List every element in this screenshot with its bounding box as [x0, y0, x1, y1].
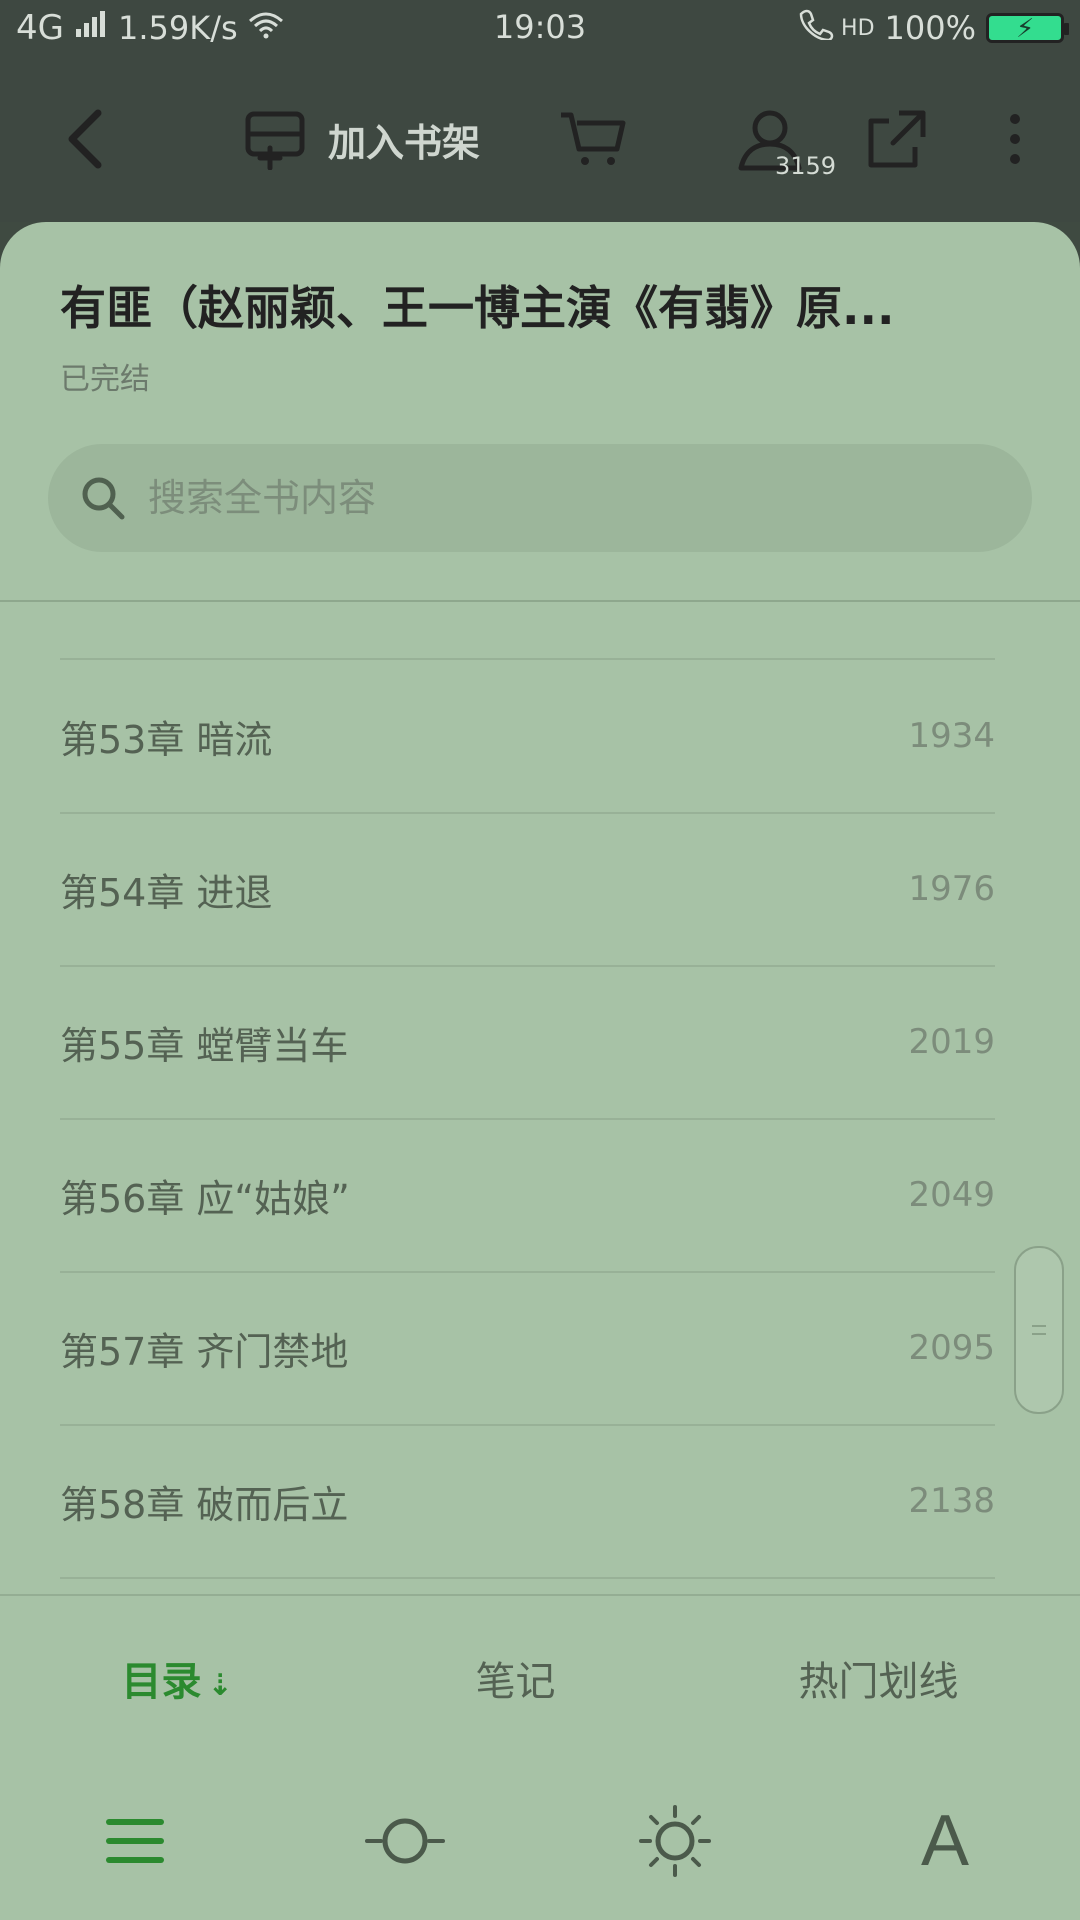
tab-hot-lines-label: 热门划线 — [798, 1659, 959, 1705]
tab-catalog[interactable]: 目录 ⇣ — [121, 1649, 232, 1707]
charging-icon: ⚡ — [1016, 14, 1035, 44]
sheet-header: 有匪（赵丽颖、王一博主演《有翡》原... 已完结 — [0, 222, 1080, 600]
status-bar: 4G 1.59K/s 19:03 HD 100% ⚡ — [0, 0, 1080, 56]
chapter-count: 2019 — [908, 1022, 995, 1062]
battery-icon: ⚡ — [986, 13, 1069, 44]
chapter-row[interactable]: 第53章 暗流 1934 — [60, 660, 995, 814]
chapter-title: 第57章 齐门禁地 — [60, 1329, 349, 1374]
sort-down-icon: ⇣ — [207, 1668, 233, 1703]
share-icon — [868, 110, 926, 168]
status-right: HD 100% ⚡ — [795, 8, 1069, 48]
network-speed: 1.59K/s — [117, 9, 238, 47]
back-arrow-icon — [68, 109, 102, 169]
hd-call-icon — [795, 8, 839, 48]
menu-icon — [106, 1819, 164, 1863]
chapter-row[interactable]: 第55章 螳臂当车 2019 — [60, 966, 995, 1120]
user-button[interactable] — [700, 56, 840, 222]
chapter-count: 1934 — [908, 716, 995, 756]
font-settings-button[interactable]: A — [885, 1781, 1005, 1901]
search-box[interactable] — [48, 444, 1032, 552]
search-icon — [82, 477, 125, 520]
add-to-shelf-button[interactable]: 加入书架 — [226, 56, 496, 222]
signal-icon — [74, 9, 108, 47]
back-button[interactable] — [40, 56, 130, 222]
brightness-button[interactable] — [615, 1781, 735, 1901]
brightness-icon — [639, 1805, 711, 1877]
wifi-icon — [248, 9, 284, 47]
status-left: 4G 1.59K/s — [16, 8, 284, 48]
book-status: 已完结 — [60, 362, 150, 397]
chapter-title: 第58章 破而后立 — [60, 1482, 349, 1527]
chapter-title: 第54章 进退 — [60, 870, 273, 915]
scroll-handle[interactable] — [1014, 1246, 1064, 1414]
bookshelf-add-icon — [245, 111, 305, 170]
chapter-title: 第53章 暗流 — [60, 717, 273, 762]
chapter-title: 第55章 螳臂当车 — [60, 1023, 349, 1068]
grip-icon — [1032, 1325, 1046, 1335]
progress-button[interactable] — [345, 1781, 465, 1901]
share-button[interactable] — [852, 56, 942, 222]
tab-hot-lines[interactable]: 热门划线 — [799, 1649, 959, 1707]
user-count-badge: 3159 — [775, 152, 837, 180]
chapter-row[interactable]: 第54章 进退 1976 — [60, 813, 995, 967]
chapter-title: 第56章 应“姑娘” — [60, 1176, 350, 1221]
font-icon: A — [920, 1801, 970, 1881]
cart-icon — [561, 112, 626, 165]
battery-percent: 100% — [884, 9, 976, 47]
book-title: 有匪（赵丽颖、王一博主演《有翡》原... — [60, 281, 895, 335]
network-type: 4G — [16, 8, 64, 48]
chapter-row[interactable]: 第58章 破而后立 2138 — [60, 1425, 995, 1579]
chapter-row[interactable]: 第56章 应“姑娘” 2049 — [60, 1119, 995, 1273]
hd-label: HD — [841, 15, 875, 41]
chapter-count: 2049 — [908, 1175, 995, 1215]
catalog-tabs: 目录 ⇣ 笔记 热门划线 — [0, 1594, 1080, 1760]
tab-notes-label: 笔记 — [475, 1659, 556, 1705]
partial-chapter-row — [60, 602, 995, 660]
catalog-sheet: 有匪（赵丽颖、王一博主演《有翡》原... 已完结 第53章 暗流 1934 第5… — [0, 222, 1080, 1920]
reader-bottom-bar: A — [0, 1762, 1080, 1920]
add-to-shelf-label: 加入书架 — [327, 120, 480, 165]
more-button[interactable] — [990, 56, 1040, 222]
chapter-count: 2095 — [908, 1328, 995, 1368]
search-input[interactable] — [146, 475, 910, 521]
catalog-button[interactable] — [75, 1781, 195, 1901]
chapter-row[interactable]: 第57章 齐门禁地 2095 — [60, 1272, 995, 1426]
chapter-count: 2138 — [908, 1481, 995, 1521]
cart-button[interactable] — [548, 56, 638, 222]
progress-icon — [365, 1818, 445, 1864]
tab-catalog-label: 目录 — [121, 1659, 202, 1705]
more-vertical-icon — [1010, 114, 1020, 164]
reader-toolbar: 加入书架 3159 — [0, 56, 1080, 222]
chapter-list[interactable]: 第53章 暗流 1934 第54章 进退 1976 第55章 螳臂当车 2019… — [0, 602, 1080, 1602]
tab-notes[interactable]: 笔记 — [476, 1649, 556, 1707]
chapter-count: 1976 — [908, 869, 995, 909]
